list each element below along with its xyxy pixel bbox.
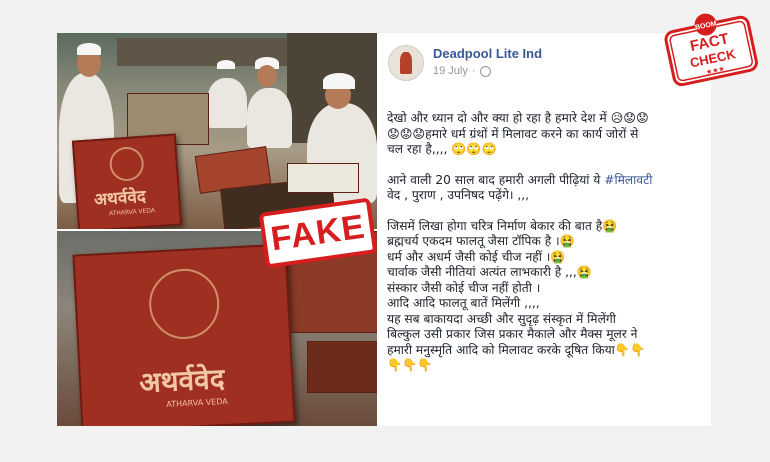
- fact-check-badge: BOOM FACT CHECK ★★★: [664, 13, 758, 87]
- hashtag-link[interactable]: #मिलावटी: [604, 173, 652, 187]
- post-date[interactable]: 19 July: [433, 65, 468, 77]
- post-line: यह सब बाकायदा अच्छी और सुदृढ़ संस्कृत मे…: [387, 311, 616, 326]
- book-cover-zoom: अथर्ववेद ATHARVA VEDA: [72, 243, 296, 426]
- book-subtitle-zoom: ATHARVA VEDA: [166, 396, 228, 410]
- fake-stamp-label: FAKE: [268, 207, 368, 258]
- post-line: संस्कार जैसी कोई चीज नहीं होती ।: [387, 280, 541, 295]
- author-name[interactable]: Deadpool Lite Ind: [433, 46, 542, 61]
- meta-separator: ·: [471, 65, 476, 77]
- post-line: चार्वाक जैसी नीतियां अत्यंत लाभकारी है ,…: [387, 265, 592, 279]
- book-title-zoom: अथर्ववेद: [138, 361, 226, 400]
- post-line: देखो और ध्यान दो और क्या हो रहा है हमारे…: [387, 111, 649, 125]
- post-line: आदि आदि फालतू बातें मिलेंगी ,,,,: [387, 296, 540, 310]
- book-cover-top: अथर्ववेद ATHARVA VEDA: [71, 133, 183, 233]
- post-meta: 19 July ·: [433, 65, 491, 77]
- post-line: 😟😟😟हमारे धर्म ग्रंथों में मिलावट करने का…: [387, 126, 639, 141]
- facebook-post: Deadpool Lite Ind 19 July · देखो और ध्या…: [377, 33, 711, 426]
- post-line: ब्रह्मचर्य एकदम फालतू जैसा टॉपिक है ।🤮: [387, 234, 575, 248]
- photo-bottom-panel: अथर्ववेद ATHARVA VEDA: [57, 231, 377, 426]
- post-line: जिसमें लिखा होगा चरित्र निर्माण बेकार की…: [387, 218, 618, 233]
- author-avatar[interactable]: [388, 45, 424, 81]
- post-line: बिल्कुल उसी प्रकार जिस प्रकार मैकाले और …: [387, 327, 638, 341]
- post-line: वेद , पुराण , उपनिषद पढ़ेंगे। ,,,: [387, 188, 530, 202]
- para2-text: आने वाली 20 साल बाद हमारी अगली पीढ़ियां …: [387, 172, 605, 187]
- book-title-top: अथर्ववेद: [93, 186, 147, 211]
- post-photo[interactable]: अथर्ववेद ATHARVA VEDA अथर्ववेद ATHARVA V…: [57, 33, 377, 426]
- post-text: देखो और ध्यान दो और क्या हो रहा है हमारे…: [387, 111, 707, 374]
- post-paragraph-2: आने वाली 20 साल बाद हमारी अगली पीढ़ियां …: [387, 173, 707, 189]
- post-line: धर्म और अधर्म जैसी कोई चीज नहीं ।🤮: [387, 249, 566, 264]
- post-line: हमारी मनुस्मृति आदि को मिलावट करके दूषित…: [387, 342, 646, 357]
- post-line: 👇👇👇: [387, 358, 433, 372]
- photo-top-panel: अथर्ववेद ATHARVA VEDA: [57, 33, 377, 233]
- globe-icon: [479, 65, 491, 77]
- post-line: चल रहा है,,,, 🙄🙄🙄: [387, 142, 497, 156]
